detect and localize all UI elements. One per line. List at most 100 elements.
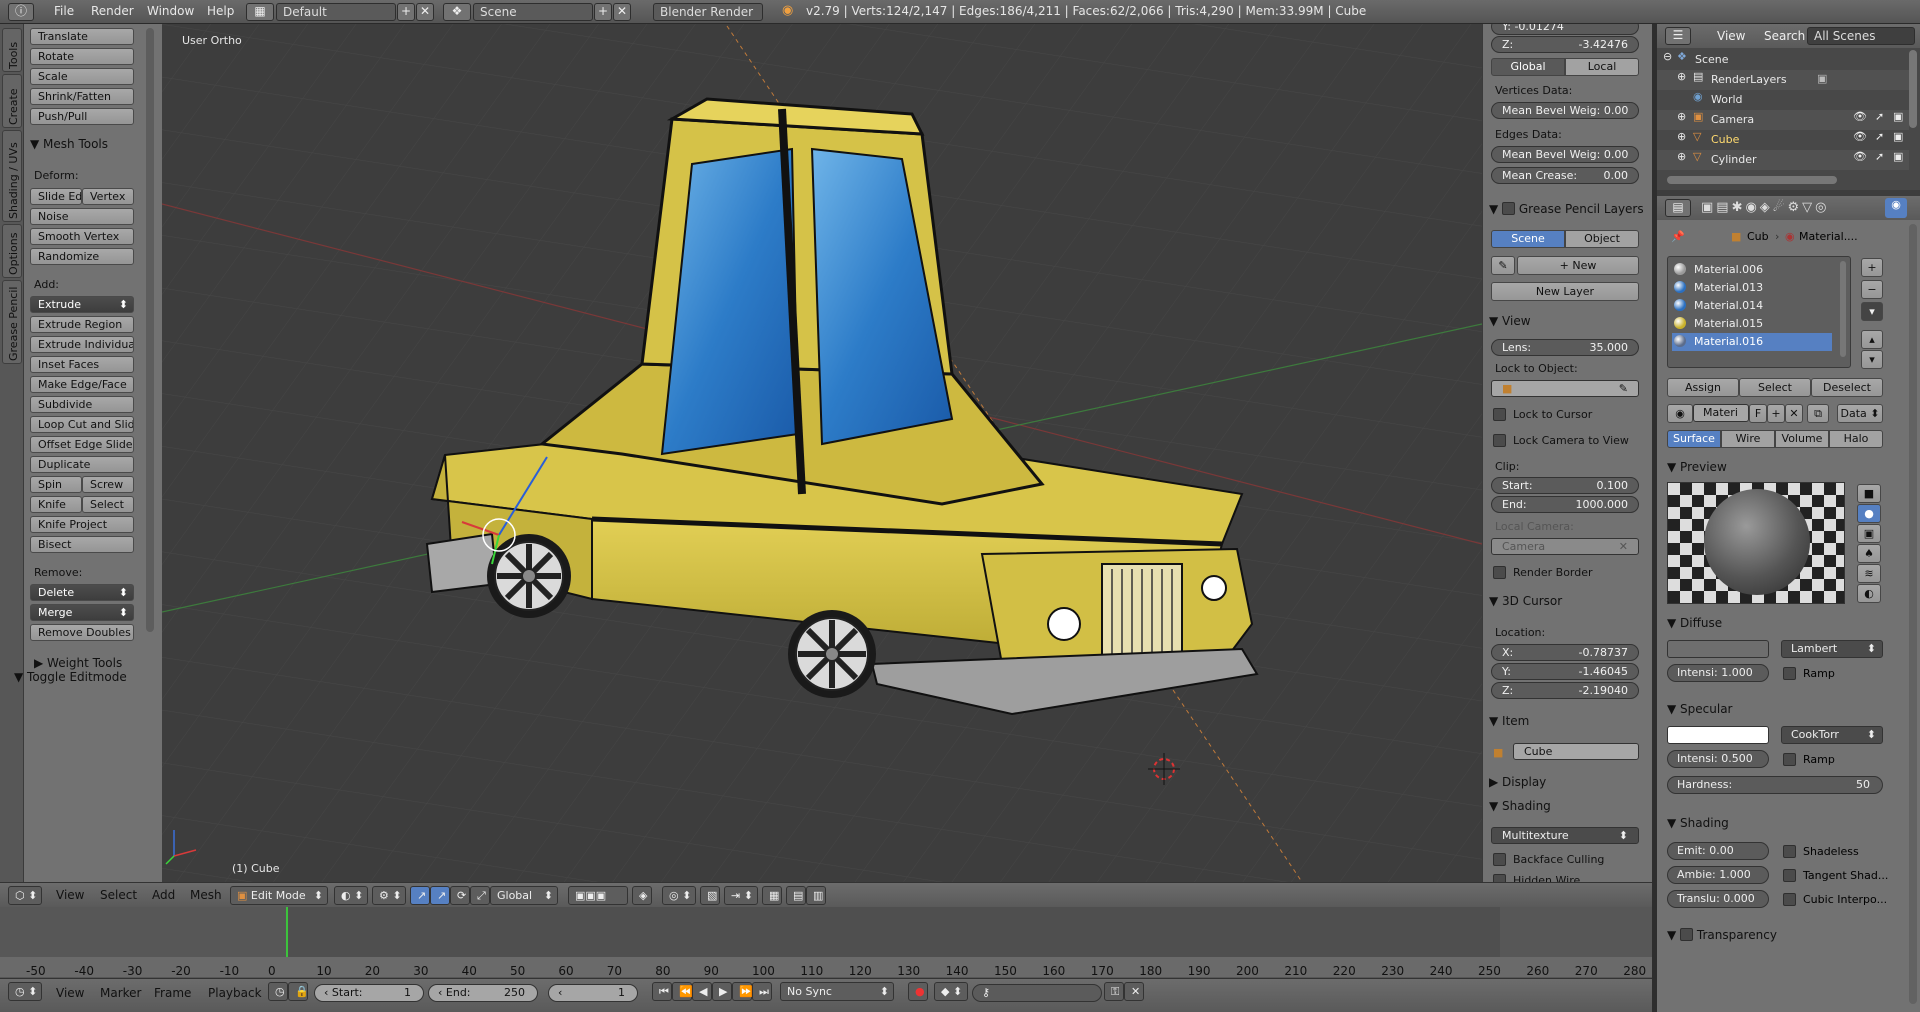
timeline-menu-playback[interactable]: Playback — [208, 986, 262, 1000]
rotate-manipulator-icon[interactable]: ⟳ — [450, 886, 470, 905]
extrude-individual-button[interactable]: Extrude Individual — [30, 336, 134, 353]
preview-header[interactable]: ▼ Preview — [1667, 460, 1727, 474]
add-scene-icon[interactable]: + — [594, 3, 612, 21]
play-reverse-icon[interactable]: ◀ — [692, 982, 712, 1001]
play-icon[interactable]: ▶ — [712, 982, 732, 1001]
outliner-hscrollbar[interactable] — [1667, 176, 1837, 184]
vertex-select-icon[interactable]: ◈ — [632, 886, 652, 905]
specular-color-swatch[interactable] — [1667, 726, 1769, 744]
shading-header[interactable]: ▼ Shading — [1489, 799, 1551, 813]
new-material-icon[interactable]: + — [1767, 404, 1785, 423]
material-tab-icon[interactable]: ◉ — [1885, 198, 1907, 218]
lock-range-icon[interactable]: 🔒 — [288, 982, 309, 1001]
preview-cube-icon[interactable]: ▣ — [1857, 524, 1881, 543]
menu-window[interactable]: Window — [147, 4, 194, 18]
rotate-button[interactable]: Rotate — [30, 48, 134, 65]
delete-dropdown[interactable]: Delete ⬍ — [30, 584, 134, 601]
remove-slot-icon[interactable]: − — [1861, 280, 1883, 299]
diffuse-color-swatch[interactable] — [1667, 640, 1769, 658]
view-header[interactable]: ▼ View — [1489, 314, 1531, 328]
bisect-button[interactable]: Bisect — [30, 536, 134, 553]
jump-keyframe-back-icon[interactable]: ⏪ — [672, 982, 693, 1001]
render-border-checkbox[interactable] — [1493, 566, 1506, 579]
move-slot-up-icon[interactable]: ▴ — [1861, 330, 1883, 349]
material-browse-icon[interactable]: ◉ — [1667, 404, 1693, 423]
start-frame-field[interactable]: ‹ Start: 1 — [314, 984, 424, 1002]
global-toggle[interactable]: Global — [1491, 58, 1565, 76]
assign-button[interactable]: Assign — [1667, 378, 1739, 397]
merge-dropdown[interactable]: Merge ⬍ — [30, 604, 134, 621]
gp-object-toggle[interactable]: Object — [1565, 230, 1639, 248]
preview-sphere-icon[interactable]: ● — [1857, 504, 1881, 523]
add-slot-icon[interactable]: + — [1861, 258, 1883, 277]
tangent-shading-checkbox[interactable] — [1783, 869, 1796, 882]
translate-manipulator-icon[interactable]: ↗ — [430, 886, 450, 905]
tab-options[interactable]: Options — [2, 224, 22, 278]
translate-button[interactable]: Translate — [30, 28, 134, 45]
tool-shelf-scrollbar[interactable] — [146, 28, 154, 632]
tab-surface[interactable]: Surface — [1667, 430, 1721, 448]
scene-field[interactable]: Scene — [473, 3, 593, 21]
render-animation-icon[interactable]: ▥ — [806, 886, 826, 905]
display-header[interactable]: ▶ Display — [1489, 775, 1546, 789]
select-button[interactable]: Select — [1739, 378, 1811, 397]
keying-set-field[interactable]: ⚷ — [972, 984, 1102, 1002]
outliner-row-world[interactable]: ◉ World — [1657, 90, 1909, 110]
median-z-field[interactable]: Z: -3.42476 — [1491, 36, 1639, 53]
lock-to-cursor-checkbox[interactable] — [1493, 408, 1506, 421]
specular-ramp-checkbox[interactable] — [1783, 753, 1796, 766]
menu-view[interactable]: View — [56, 888, 84, 902]
item-name-field[interactable]: Cube — [1513, 743, 1639, 760]
smooth-vertex-button[interactable]: Smooth Vertex — [30, 228, 134, 245]
layout-field[interactable]: Default — [276, 3, 396, 21]
scene-icon[interactable]: ❖ — [443, 3, 471, 21]
gp-new-button[interactable]: + New — [1517, 256, 1639, 275]
transparency-header[interactable]: ▼ Transparency — [1667, 926, 1777, 942]
backface-culling-checkbox[interactable] — [1493, 853, 1506, 866]
outliner-row-cylinder[interactable]: ⊕ ▽ Cylinder 👁 ➚ ▣ — [1657, 150, 1909, 170]
layers-icon[interactable]: ▣▣▣ — [568, 886, 628, 905]
occlude-geometry-icon[interactable]: ▧ — [700, 886, 720, 905]
noise-button[interactable]: Noise — [30, 208, 134, 225]
diffuse-shader-dropdown[interactable]: Lambert ⬍ — [1781, 640, 1883, 658]
scale-button[interactable]: Scale — [30, 68, 134, 85]
menu-mesh[interactable]: Mesh — [190, 888, 222, 902]
tab-wire[interactable]: Wire — [1721, 430, 1775, 448]
timeline-menu-marker[interactable]: Marker — [100, 986, 141, 1000]
specular-header[interactable]: ▼ Specular — [1667, 702, 1733, 716]
properties-scrollbar[interactable] — [1909, 224, 1917, 1004]
diffuse-intensity-field[interactable]: Intensi: 1.000 — [1667, 664, 1769, 682]
screw-button[interactable]: Screw — [82, 476, 134, 493]
material-list-scrollbar[interactable] — [1840, 261, 1846, 357]
timeline-area[interactable] — [0, 907, 1652, 989]
close-scene-icon[interactable]: ✕ — [613, 3, 631, 21]
knife-project-button[interactable]: Knife Project — [30, 516, 134, 533]
unlink-material-icon[interactable]: ✕ — [1785, 404, 1803, 423]
preview-flat-icon[interactable]: ■ — [1857, 484, 1881, 503]
cursor-x-field[interactable]: X: -0.78737 — [1491, 644, 1639, 661]
cursor-y-field[interactable]: Y: -1.46045 — [1491, 663, 1639, 680]
material-slot-3[interactable]: Material.015 — [1672, 315, 1832, 333]
duplicate-button[interactable]: Duplicate — [30, 456, 134, 473]
timeline-ruler[interactable] — [0, 957, 1652, 977]
shrink-fatten-button[interactable]: Shrink/Fatten — [30, 88, 134, 105]
lock-camera-checkbox[interactable] — [1493, 434, 1506, 447]
properties-editor-icon[interactable]: ▤ — [1665, 199, 1691, 217]
item-header[interactable]: ▼ Item — [1489, 714, 1529, 728]
lens-field[interactable]: Lens: 35.000 — [1491, 339, 1639, 356]
tab-halo[interactable]: Halo — [1829, 430, 1883, 448]
preview-sky-icon[interactable]: ◐ — [1857, 584, 1881, 603]
tab-tools[interactable]: Tools — [2, 28, 22, 72]
breadcrumb-object[interactable]: Cub — [1747, 230, 1769, 243]
remove-doubles-button[interactable]: Remove Doubles — [30, 624, 134, 641]
offset-edge-slide-button[interactable]: Offset Edge Slide — [30, 436, 134, 453]
pencil-icon[interactable]: ✎ — [1491, 256, 1515, 275]
material-slot-0[interactable]: Material.006 — [1672, 261, 1832, 279]
outliner-editor-icon[interactable]: ☰ — [1665, 27, 1691, 45]
hidden-wire-checkbox[interactable] — [1493, 874, 1506, 882]
scale-manipulator-icon[interactable]: ⤢ — [470, 886, 490, 905]
mesh-tools-header[interactable]: ▼ Mesh Tools — [30, 137, 108, 151]
emit-field[interactable]: Emit: 0.00 — [1667, 842, 1769, 860]
shading-mode-dropdown[interactable]: Multitexture ⬍ — [1491, 827, 1639, 844]
specular-intensity-field[interactable]: Intensi: 0.500 — [1667, 750, 1769, 768]
